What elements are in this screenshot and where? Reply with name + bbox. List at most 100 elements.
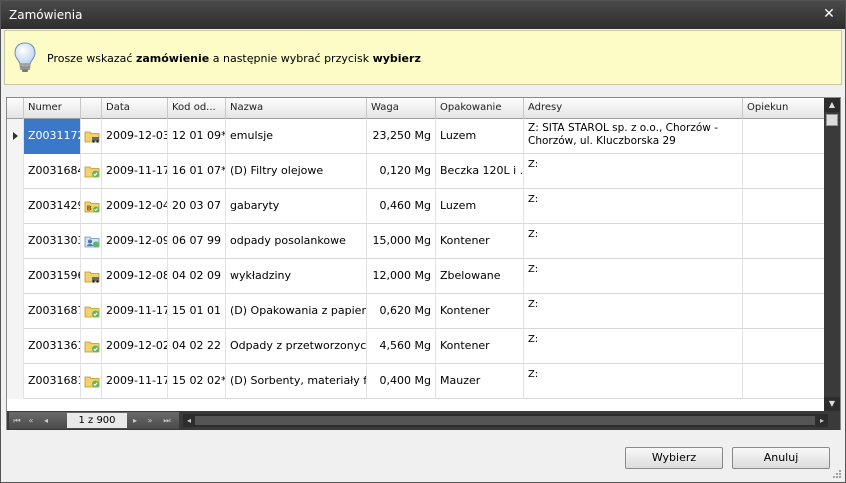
prev-block-icon[interactable]: « bbox=[25, 414, 37, 427]
cancel-button[interactable]: Anuluj bbox=[732, 447, 830, 469]
cell-nazwa: odpady posolankowe bbox=[226, 224, 367, 259]
next-page-icon[interactable]: ▸ bbox=[129, 414, 141, 427]
first-page-icon[interactable]: ⏮ bbox=[11, 414, 23, 427]
cell-numer: Z0031303 bbox=[24, 224, 81, 259]
col-icon[interactable] bbox=[81, 98, 102, 119]
cell-numer: Z0031596 bbox=[24, 259, 81, 294]
grid-footer: ⏮ « ◂ 1 z 900 ▸ » ⏭ ◂ ▸ bbox=[7, 411, 840, 430]
cell-adresy: Z: bbox=[524, 224, 743, 259]
cell-data: 2009-11-17 bbox=[102, 294, 168, 329]
table-row[interactable]: Z0031172 2009-12-03 12 01 09* emulsje 23,250… bbox=[7, 119, 825, 154]
cell-adresy: Z: bbox=[524, 364, 743, 399]
row-indicator[interactable] bbox=[7, 224, 24, 259]
cell-nazwa: (D) Sorbenty, materiały fi... bbox=[226, 364, 367, 399]
cell-numer: Z0031361 bbox=[24, 329, 81, 364]
resize-grip-icon[interactable] bbox=[832, 469, 842, 479]
row-indicator[interactable] bbox=[7, 154, 24, 189]
col-opiekun[interactable]: Opiekun bbox=[743, 98, 825, 119]
cell-waga: 0,120 Mg bbox=[367, 154, 436, 189]
window-title: Zamówienia bbox=[9, 8, 83, 22]
cell-opakowanie: Luzem bbox=[436, 189, 524, 224]
col-adresy[interactable]: Adresy bbox=[524, 98, 743, 119]
row-indicator[interactable] bbox=[7, 329, 24, 364]
cell-icon bbox=[81, 259, 102, 294]
cell-data: 2009-12-04 bbox=[102, 189, 168, 224]
row-indicator[interactable] bbox=[7, 364, 24, 399]
select-button[interactable]: Wybierz bbox=[625, 447, 723, 469]
col-kod[interactable]: Kod od... bbox=[168, 98, 226, 119]
horizontal-scrollbar[interactable]: ◂ ▸ bbox=[183, 414, 828, 427]
truck-folder-icon bbox=[84, 131, 100, 143]
scroll-thumb[interactable] bbox=[826, 114, 838, 126]
table-row[interactable]: Z0031687 2009-11-17 15 01 01 (D) Opakowania… bbox=[7, 294, 825, 329]
col-nazwa[interactable]: Nazwa bbox=[226, 98, 367, 119]
cell-opakowanie: Luzem bbox=[436, 119, 524, 154]
cell-numer: Z0031687 bbox=[24, 294, 81, 329]
table-row[interactable]: Z0031596 2009-12-08 04 02 09 wykładziny 12,0… bbox=[7, 259, 825, 294]
hscroll-thumb[interactable] bbox=[195, 416, 815, 425]
close-icon[interactable]: ✕ bbox=[821, 6, 837, 22]
cell-opakowanie: Beczka 120L i ... bbox=[436, 154, 524, 189]
cell-kod: 15 02 02* bbox=[168, 364, 226, 399]
cell-numer: Z0031172 bbox=[24, 119, 81, 154]
row-indicator[interactable] bbox=[7, 189, 24, 224]
cell-kod: 20 03 07 bbox=[168, 189, 226, 224]
scroll-down-icon[interactable]: ▼ bbox=[824, 397, 840, 411]
cell-waga: 0,460 Mg bbox=[367, 189, 436, 224]
prev-page-icon[interactable]: ◂ bbox=[40, 414, 52, 427]
cell-nazwa: emulsje bbox=[226, 119, 367, 154]
scroll-left-icon[interactable]: ◂ bbox=[183, 414, 195, 427]
next-block-icon[interactable]: » bbox=[144, 414, 156, 427]
cell-icon bbox=[81, 364, 102, 399]
check-folder-icon bbox=[84, 306, 100, 318]
cell-opakowanie: Zbelowane bbox=[436, 259, 524, 294]
table-row[interactable]: Z0031303 2009-12-09 06 07 99 odpady posolan… bbox=[7, 224, 825, 259]
last-page-icon[interactable]: ⏭ bbox=[161, 414, 173, 427]
col-opakowanie[interactable]: Opakowanie bbox=[436, 98, 524, 119]
cell-nazwa: Odpady z przetworzonyc... bbox=[226, 329, 367, 364]
row-indicator[interactable] bbox=[7, 294, 24, 329]
b-folder-icon: B bbox=[84, 201, 100, 213]
col-waga[interactable]: Waga bbox=[367, 98, 436, 119]
row-indicator[interactable] bbox=[7, 259, 24, 294]
pager: ⏮ « ◂ 1 z 900 ▸ » ⏭ bbox=[9, 412, 179, 429]
cell-nazwa: wykładziny bbox=[226, 259, 367, 294]
cell-adresy: Z: bbox=[524, 259, 743, 294]
table-row[interactable]: Z0031429 2009-12-04 20 03 07 gabaryty 0,460 … bbox=[7, 189, 825, 224]
cell-data: 2009-12-08 bbox=[102, 259, 168, 294]
cell-icon bbox=[81, 119, 102, 154]
col-data[interactable]: Data bbox=[102, 98, 168, 119]
cell-nazwa: (D) Opakowania z papier... bbox=[226, 294, 367, 329]
check-folder-icon bbox=[84, 341, 100, 353]
cell-opiekun bbox=[743, 294, 825, 329]
cell-waga: 12,000 Mg bbox=[367, 259, 436, 294]
cell-opiekun bbox=[743, 329, 825, 364]
grid-header: Numer Data Kod od... Nazwa Waga Opakowan… bbox=[7, 98, 825, 119]
svg-text:B: B bbox=[87, 205, 92, 213]
cell-waga: 0,620 Mg bbox=[367, 294, 436, 329]
vertical-scrollbar[interactable]: ▲ ▼ bbox=[824, 98, 840, 411]
cell-opiekun bbox=[743, 224, 825, 259]
cell-icon bbox=[81, 224, 102, 259]
cell-data: 2009-12-02 bbox=[102, 329, 168, 364]
check-folder-icon bbox=[84, 376, 100, 388]
cell-numer: Z0031429 bbox=[24, 189, 81, 224]
scroll-up-icon[interactable]: ▲ bbox=[824, 98, 840, 112]
table-row[interactable]: Z0031681 2009-11-17 15 02 02* (D) Sorbenty,… bbox=[7, 364, 825, 399]
current-row-arrow-icon bbox=[13, 132, 18, 140]
cell-adresy: Z: bbox=[524, 294, 743, 329]
cell-opiekun bbox=[743, 364, 825, 399]
table-row[interactable]: Z0031361 2009-12-02 04 02 22 Odpady z przet… bbox=[7, 329, 825, 364]
cell-data: 2009-11-17 bbox=[102, 364, 168, 399]
col-numer[interactable]: Numer bbox=[24, 98, 81, 119]
page-info: 1 z 900 bbox=[67, 413, 127, 428]
cell-opiekun bbox=[743, 189, 825, 224]
row-indicator[interactable] bbox=[7, 119, 24, 154]
cell-opakowanie: Kontener bbox=[436, 329, 524, 364]
orders-grid: Numer Data Kod od... Nazwa Waga Opakowan… bbox=[6, 97, 841, 430]
cell-adresy: Z: bbox=[524, 154, 743, 189]
table-row[interactable]: Z0031684 2009-11-17 16 01 07* (D) Filtry ol… bbox=[7, 154, 825, 189]
cell-adresy: Z: bbox=[524, 189, 743, 224]
cell-waga: 23,250 Mg bbox=[367, 119, 436, 154]
scroll-right-icon[interactable]: ▸ bbox=[816, 414, 828, 427]
